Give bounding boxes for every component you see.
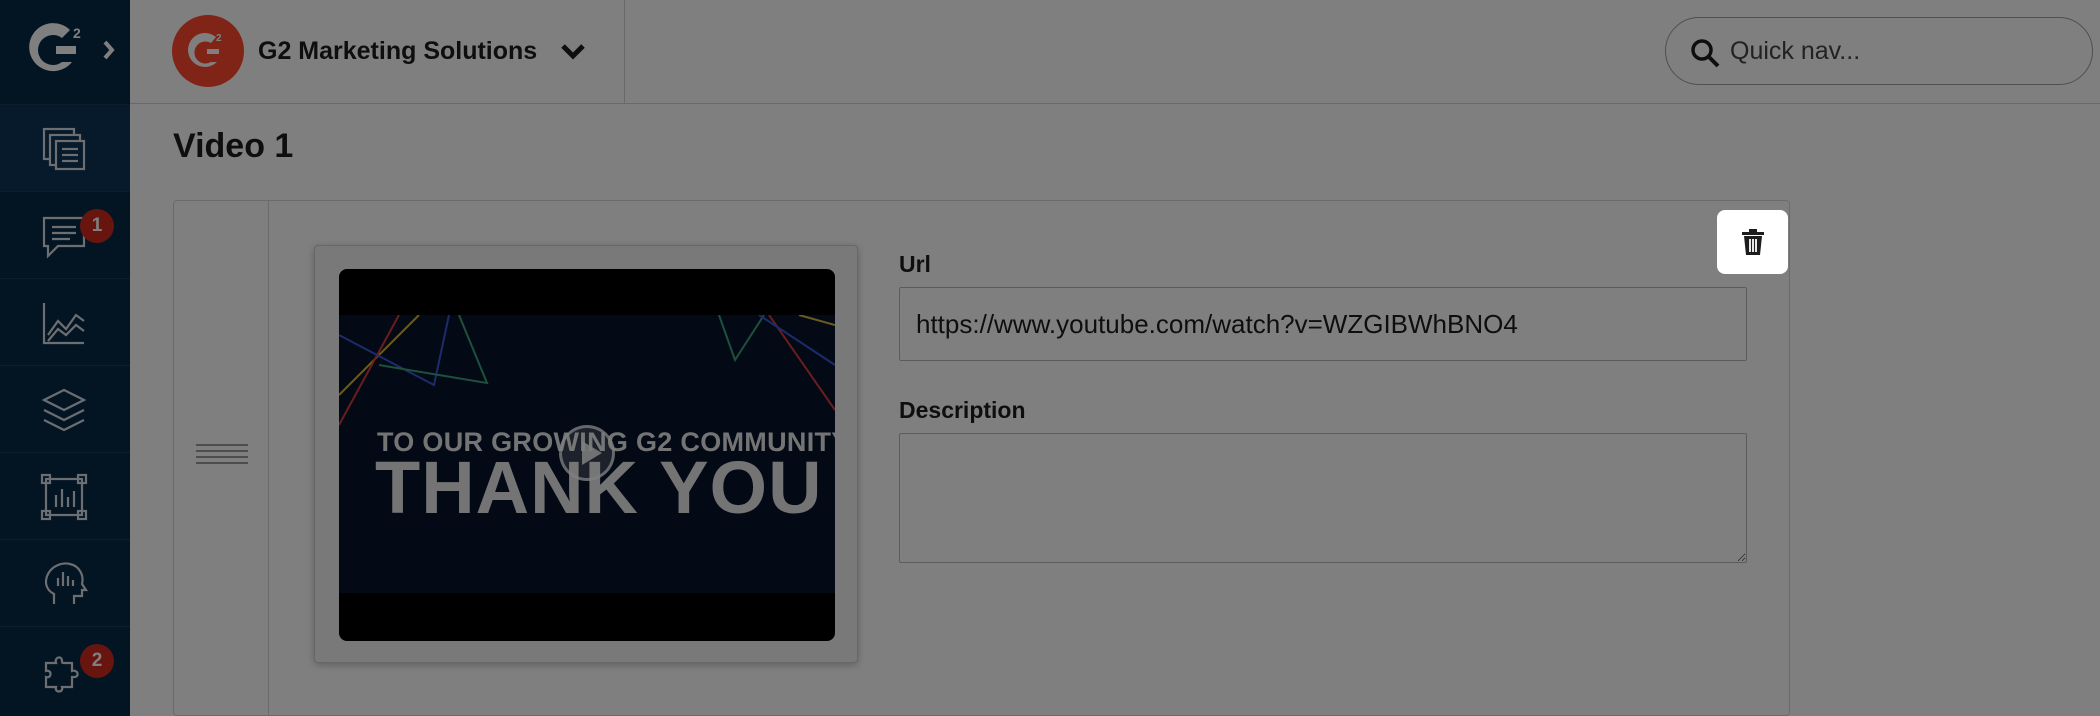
report-frame-icon [40, 473, 88, 521]
svg-text:2: 2 [216, 33, 222, 44]
g2-logo-icon: 2 [29, 23, 115, 72]
trash-icon [1741, 229, 1764, 255]
url-label: Url [899, 251, 931, 277]
description-label: Description [899, 397, 1026, 423]
org-name: G2 Marketing Solutions [258, 36, 538, 65]
analytics-chart-icon [42, 303, 85, 345]
sidebar-item-products[interactable] [0, 365, 130, 452]
delete-button[interactable] [1717, 210, 1788, 274]
layers-icon [41, 388, 87, 432]
drag-handle[interactable] [196, 444, 248, 464]
sidebar-item-reports[interactable] [0, 452, 130, 539]
sidebar-item-integrations[interactable]: 2 [0, 626, 130, 713]
sidebar-item-analytics[interactable] [0, 278, 130, 365]
top-bar: 2 G2 Marketing Solutions [130, 0, 2100, 104]
description-field[interactable] [899, 433, 1747, 563]
main-content: Video 1 TO OUR GROWING G2 COMMUNITY: THA… [130, 105, 2100, 716]
integrations-badge: 2 [80, 644, 114, 678]
sidebar-item-buyer-intent[interactable] [0, 539, 130, 626]
url-field[interactable] [899, 287, 1747, 361]
sidebar-item-content[interactable] [0, 104, 130, 191]
buyer-intent-head-icon [44, 562, 88, 604]
search-icon [1691, 39, 1720, 68]
video-card: TO OUR GROWING G2 COMMUNITY: THANK YOU U… [173, 200, 1790, 716]
content-pages-icon [42, 127, 86, 171]
topbar-divider [624, 0, 625, 104]
video-preview-frame: TO OUR GROWING G2 COMMUNITY: THANK YOU [314, 245, 858, 663]
sidebar: 2 1 2 [0, 0, 130, 716]
play-icon[interactable] [559, 425, 615, 481]
g2-logo-toggle[interactable]: 2 [0, 0, 130, 104]
drag-column [174, 201, 269, 715]
org-switcher[interactable]: 2 G2 Marketing Solutions [172, 14, 537, 88]
chevron-down-icon[interactable] [560, 40, 586, 62]
quick-nav-search[interactable] [1665, 17, 2093, 85]
g2-brand-logo-icon: 2 [172, 15, 244, 87]
page-title: Video 1 [173, 127, 294, 165]
video-player[interactable]: TO OUR GROWING G2 COMMUNITY: THANK YOU [339, 269, 835, 641]
video-thumbnail: TO OUR GROWING G2 COMMUNITY: THANK YOU [339, 315, 835, 593]
sidebar-item-messages[interactable]: 1 [0, 191, 130, 278]
messages-badge: 1 [80, 209, 114, 243]
search-input[interactable] [1730, 30, 2070, 72]
svg-text:2: 2 [73, 25, 81, 41]
